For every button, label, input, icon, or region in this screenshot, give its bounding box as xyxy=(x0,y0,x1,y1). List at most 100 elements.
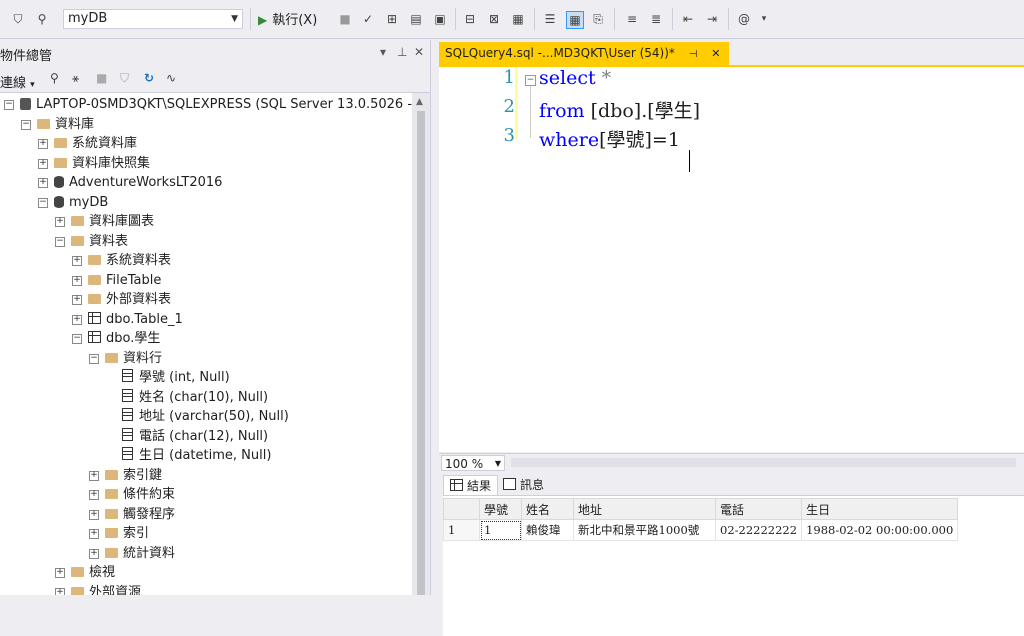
tree-node-label: 資料行 xyxy=(123,350,163,366)
filter-icon[interactable]: ⛉ xyxy=(10,11,26,27)
table-cell[interactable]: 1988-02-02 00:00:00.000 xyxy=(801,519,959,541)
expand-icon[interactable]: + xyxy=(72,295,82,305)
folder-icon xyxy=(71,235,84,246)
connect-dropdown[interactable]: 連線 ▾ xyxy=(0,72,35,91)
expand-icon[interactable]: + xyxy=(89,529,99,539)
connect-plug-icon[interactable]: ⚲ xyxy=(50,71,59,85)
pin-icon[interactable]: ⊣ xyxy=(689,49,698,60)
expand-icon[interactable]: + xyxy=(72,275,82,286)
folder-icon xyxy=(71,567,84,577)
toolbar-overflow-icon[interactable]: ▾ xyxy=(756,11,772,27)
intellisense-icon[interactable]: ▣ xyxy=(432,11,448,27)
expand-icon[interactable]: + xyxy=(55,217,65,227)
folder-icon xyxy=(88,255,101,265)
expand-icon[interactable]: + xyxy=(89,509,99,520)
sql-code-editor[interactable]: − 1 2 3 select * from [dbo].[學生] where[學… xyxy=(439,67,1024,452)
expand-icon[interactable]: + xyxy=(72,314,82,325)
tree-node-label: dbo.Table_1 xyxy=(106,311,183,327)
expand-icon[interactable]: + xyxy=(38,178,48,188)
tree-node-label: dbo.學生 xyxy=(106,331,161,346)
folder-icon xyxy=(105,489,118,499)
table-cell[interactable]: 1 xyxy=(479,519,522,541)
scroll-up-icon[interactable]: ▲ xyxy=(416,97,423,107)
parse-check-icon[interactable]: ✓ xyxy=(360,11,376,27)
tree-scrollbar-thumb[interactable] xyxy=(417,111,425,595)
disconnect-icon[interactable]: ⚹ xyxy=(72,71,79,86)
results-to-text-icon[interactable]: ☰ xyxy=(542,11,558,27)
expand-icon[interactable]: + xyxy=(38,158,48,169)
zoom-select[interactable]: 100 % ▼ xyxy=(441,455,505,471)
text-caret xyxy=(689,150,690,172)
database-select[interactable]: myDB ▼ xyxy=(63,9,243,29)
object-explorer-title: 物件總管 xyxy=(0,49,53,64)
collapse-icon[interactable]: − xyxy=(72,334,82,344)
close-tab-icon[interactable]: ✕ xyxy=(711,47,720,60)
stop-icon[interactable]: ■ xyxy=(337,11,353,27)
table-cell[interactable]: 新北中和景平路1000號 xyxy=(573,519,716,541)
execute-label: 執行(X) xyxy=(272,13,318,28)
display-plan-icon[interactable]: ⊞ xyxy=(384,11,400,27)
column-header[interactable]: 生日 xyxy=(801,498,959,520)
connect-icon[interactable]: ⚲ xyxy=(34,11,50,27)
pane-splitter[interactable] xyxy=(431,40,439,595)
collapse-icon[interactable]: − xyxy=(38,197,48,208)
line-number: 1 xyxy=(503,67,515,88)
decrease-indent-icon[interactable]: ⇤ xyxy=(680,11,696,27)
expand-icon[interactable]: + xyxy=(38,139,48,149)
close-icon[interactable]: ✕ xyxy=(414,45,424,59)
tree-scrollbar[interactable]: ▲ xyxy=(412,93,430,595)
expand-icon[interactable]: + xyxy=(89,548,99,559)
results-to-file-icon[interactable]: ⎘ xyxy=(590,11,606,27)
expand-icon[interactable]: + xyxy=(89,470,99,481)
collapse-icon[interactable]: − xyxy=(4,100,14,110)
messages-icon xyxy=(503,478,516,490)
table-cell[interactable]: 賴俊瑋 xyxy=(521,519,574,541)
column-header[interactable]: 學號 xyxy=(479,498,522,520)
table-row[interactable]: 1 1 賴俊瑋 新北中和景平路1000號 02-22222222 1988-02… xyxy=(443,519,959,541)
tree-node-label: 電話 (char(12), Null) xyxy=(139,428,269,444)
filter-icon[interactable]: ⛉ xyxy=(120,71,129,86)
expand-icon[interactable]: + xyxy=(55,568,65,578)
uncomment-icon[interactable]: ≣ xyxy=(648,11,664,27)
code-line: where[學號]=1 xyxy=(539,125,680,152)
connect-label: 連線 xyxy=(0,76,27,91)
folder-icon xyxy=(54,138,67,148)
execute-button[interactable]: ▶ 執行(X) xyxy=(258,10,317,30)
tab-messages[interactable]: 訊息 xyxy=(497,475,550,495)
object-explorer-tree: − LAPTOP-0SMD3QKT\SQLEXPRESS (SQL Server … xyxy=(0,93,412,595)
expand-icon[interactable]: + xyxy=(89,490,99,500)
query-designer-icon[interactable]: ▤ xyxy=(408,11,424,27)
outline-collapse-icon[interactable]: − xyxy=(525,75,536,86)
comment-icon[interactable]: ≡ xyxy=(624,11,640,27)
refresh-icon[interactable]: ↻ xyxy=(144,71,154,85)
tab-results-label: 結果 xyxy=(467,479,492,493)
table-icon xyxy=(88,311,101,324)
row-number[interactable]: 1 xyxy=(443,519,480,541)
query-tab[interactable]: SQLQuery4.sql -...MD3QKT\User (54))* ⊣ ✕ xyxy=(439,42,729,65)
client-stats-icon[interactable]: ▦ xyxy=(510,11,526,27)
folder-icon xyxy=(88,294,101,304)
zoom-value: 100 % xyxy=(445,457,484,471)
collapse-icon[interactable]: − xyxy=(89,353,99,364)
activity-monitor-icon[interactable]: ∿ xyxy=(166,71,176,85)
tree-node-label: 資料庫快照集 xyxy=(72,155,151,171)
column-header[interactable]: 姓名 xyxy=(521,498,574,520)
stop-icon[interactable]: ■ xyxy=(96,71,107,85)
table-cell[interactable]: 02-22222222 xyxy=(714,519,803,541)
results-to-grid-icon[interactable]: ▦ xyxy=(566,11,584,29)
collapse-icon[interactable]: − xyxy=(55,236,65,247)
editor-horizontal-scrollbar[interactable] xyxy=(511,458,1016,467)
tab-results[interactable]: 結果 xyxy=(443,475,499,496)
column-header[interactable]: 電話 xyxy=(714,498,803,520)
specify-values-icon[interactable]: @ xyxy=(736,11,752,27)
pin-icon[interactable]: ⊥ xyxy=(397,45,407,59)
expand-icon[interactable]: + xyxy=(72,256,82,266)
folder-icon xyxy=(105,547,118,558)
window-position-dropdown-icon[interactable]: ▾ xyxy=(380,45,386,59)
estimated-plan-icon[interactable]: ⊟ xyxy=(462,11,478,27)
collapse-icon[interactable]: − xyxy=(21,119,31,130)
actual-plan-icon[interactable]: ⊠ xyxy=(486,11,502,27)
expand-icon[interactable]: + xyxy=(55,587,65,595)
increase-indent-icon[interactable]: ⇥ xyxy=(704,11,720,27)
column-header[interactable]: 地址 xyxy=(573,498,716,520)
